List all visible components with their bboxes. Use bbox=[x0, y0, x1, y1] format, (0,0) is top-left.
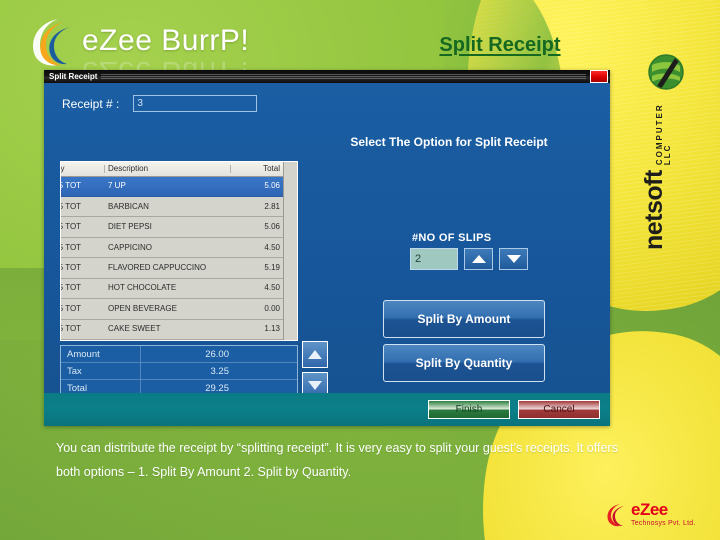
totals-label-tax: Tax bbox=[61, 363, 141, 379]
window-body: Receipt # : Select The Option for Split … bbox=[44, 83, 610, 426]
netsoft-subtitle: COMPUTER LLC bbox=[655, 103, 672, 166]
cell-total: 2.81 bbox=[264, 202, 280, 211]
cell-total: 1.13 bbox=[264, 325, 280, 334]
cell-description: CAPPICINO bbox=[108, 243, 153, 252]
window-title: Split Receipt bbox=[49, 71, 98, 81]
totals-row-amount: Amount 26.00 bbox=[61, 346, 297, 363]
ezee-footer-name: eZee bbox=[631, 500, 668, 519]
table-row[interactable]: 0.5 TOT 7 UP 5.06 bbox=[61, 176, 283, 198]
ezee-arc-swoosh-icon bbox=[24, 13, 76, 69]
column-header-description: Description bbox=[105, 164, 231, 173]
stepper-up-arrow-icon[interactable] bbox=[464, 248, 493, 270]
slips-input[interactable] bbox=[410, 248, 458, 270]
page-title: Split Receipt bbox=[439, 34, 561, 56]
cell-description: FLAVORED CAPPUCCINO bbox=[108, 263, 207, 272]
cell-description: HOT CHOCOLATE bbox=[108, 284, 177, 293]
ezee-footer-texts: eZee Technosys Pvt. Ltd. bbox=[631, 501, 696, 527]
ezee-footer-tagline: Technosys Pvt. Ltd. bbox=[631, 520, 696, 527]
netsoft-globe-icon bbox=[646, 52, 686, 92]
brand-logo: eZee BurrP! bbox=[24, 12, 249, 70]
receipt-items-table: Qty Description Total 0.5 TOT 7 UP 5.06 … bbox=[61, 162, 283, 340]
table-row[interactable]: 0.5 TOT CAPPICINO 4.50 bbox=[61, 237, 283, 259]
table-row[interactable]: 0.5 TOT BARBICAN 2.81 bbox=[61, 197, 283, 218]
receipt-number-input[interactable] bbox=[133, 95, 258, 112]
receipt-number-field-row: Receipt # : bbox=[62, 95, 258, 112]
slide-canvas: eZee BurrP! eZee BurrP! Split Receipt ne… bbox=[0, 0, 720, 540]
grid-scrollbar[interactable] bbox=[283, 162, 297, 340]
ezee-arc-swoosh-icon bbox=[604, 501, 628, 527]
cell-qty: 0.5 TOT bbox=[61, 284, 82, 293]
totals-value-tax: 3.25 bbox=[210, 365, 230, 377]
table-row[interactable]: 0.5 TOT CAKE SWEET 1.13 bbox=[61, 319, 283, 340]
netsoft-wordmark: netsoft COMPUTER LLC bbox=[640, 90, 686, 250]
window-footer-bar: Finish Cancel bbox=[44, 393, 610, 426]
scroll-down-triangle bbox=[308, 381, 322, 390]
table-row[interactable]: 0.5 TOT OPEN BEVERAGE 0.00 bbox=[61, 299, 283, 320]
brand-name: eZee BurrP! bbox=[82, 24, 250, 57]
caption-text: You can distribute the receipt by “split… bbox=[56, 441, 618, 479]
window-titlebar: Split Receipt bbox=[44, 70, 610, 83]
cell-qty: 0.5 TOT bbox=[61, 243, 82, 252]
netsoft-logo: netsoft COMPUTER LLC bbox=[636, 52, 692, 250]
close-button-red-icon[interactable] bbox=[590, 70, 608, 83]
stepper-down-arrow-icon[interactable] bbox=[499, 248, 528, 270]
stepper-up-triangle bbox=[471, 255, 486, 263]
totals-row-tax: Tax 3.25 bbox=[61, 363, 297, 380]
split-receipt-window: Split Receipt Receipt # : Select The Opt… bbox=[44, 70, 610, 426]
column-header-qty: Qty bbox=[61, 164, 105, 173]
split-by-amount-button[interactable]: Split By Amount bbox=[383, 300, 545, 338]
cell-description: 7 UP bbox=[108, 182, 126, 191]
totals-label-amount: Amount bbox=[61, 346, 141, 362]
cell-total: 4.50 bbox=[264, 284, 280, 293]
section-heading: Select The Option for Split Receipt bbox=[350, 135, 548, 149]
titlebar-decoration bbox=[101, 74, 586, 79]
list-scroll-spinner bbox=[302, 341, 328, 399]
netsoft-name: netsoft bbox=[640, 170, 668, 250]
table-row[interactable]: 0.5 TOT HOT CHOCOLATE 4.50 bbox=[61, 278, 283, 300]
ezee-footer-logo: eZee Technosys Pvt. Ltd. bbox=[604, 496, 716, 532]
cell-qty: 0.5 TOT bbox=[61, 263, 82, 272]
cell-total: 5.06 bbox=[264, 223, 280, 232]
table-row[interactable]: 0.5 TOT DIET PEPSI 5.06 bbox=[61, 217, 283, 238]
table-row[interactable]: 0.5 TOT FLAVORED CAPPUCCINO 5.19 bbox=[61, 258, 283, 279]
totals-value-amount: 26.00 bbox=[205, 348, 229, 360]
cell-total: 4.50 bbox=[264, 243, 280, 252]
cancel-button[interactable]: Cancel bbox=[518, 400, 600, 419]
cell-description: DIET PEPSI bbox=[108, 223, 152, 232]
totals-value-total: 29.25 bbox=[205, 382, 229, 394]
scroll-up-triangle bbox=[308, 350, 322, 359]
cell-qty: 0.5 TOT bbox=[61, 202, 82, 211]
receipt-items-grid[interactable]: Qty Description Total 0.5 TOT 7 UP 5.06 … bbox=[60, 161, 298, 341]
cell-qty: 0.5 TOT bbox=[61, 182, 82, 191]
cell-description: BARBICAN bbox=[108, 202, 149, 211]
scroll-up-arrow-icon[interactable] bbox=[302, 341, 328, 368]
slips-label: #NO OF SLIPS bbox=[412, 232, 492, 244]
cell-description: OPEN BEVERAGE bbox=[108, 304, 177, 313]
cell-description: CAKE SWEET bbox=[108, 325, 161, 334]
grid-header-row: Qty Description Total bbox=[61, 162, 283, 177]
slips-stepper bbox=[410, 248, 528, 270]
cell-total: 0.00 bbox=[264, 304, 280, 313]
cell-qty: 0.5 TOT bbox=[61, 325, 82, 334]
stepper-down-triangle bbox=[506, 255, 521, 263]
cell-total: 5.19 bbox=[264, 263, 280, 272]
totals-panel: Amount 26.00 Tax 3.25 Total 29.25 bbox=[60, 345, 298, 397]
split-by-quantity-button[interactable]: Split By Quantity bbox=[383, 344, 545, 382]
cell-qty: 0.5 TOT bbox=[61, 223, 82, 232]
column-header-total: Total bbox=[263, 164, 280, 173]
finish-button[interactable]: Finish bbox=[428, 400, 510, 419]
cell-total: 5.06 bbox=[264, 182, 280, 191]
cell-qty: 0.5 TOT bbox=[61, 304, 82, 313]
receipt-number-label: Receipt # : bbox=[62, 96, 120, 111]
